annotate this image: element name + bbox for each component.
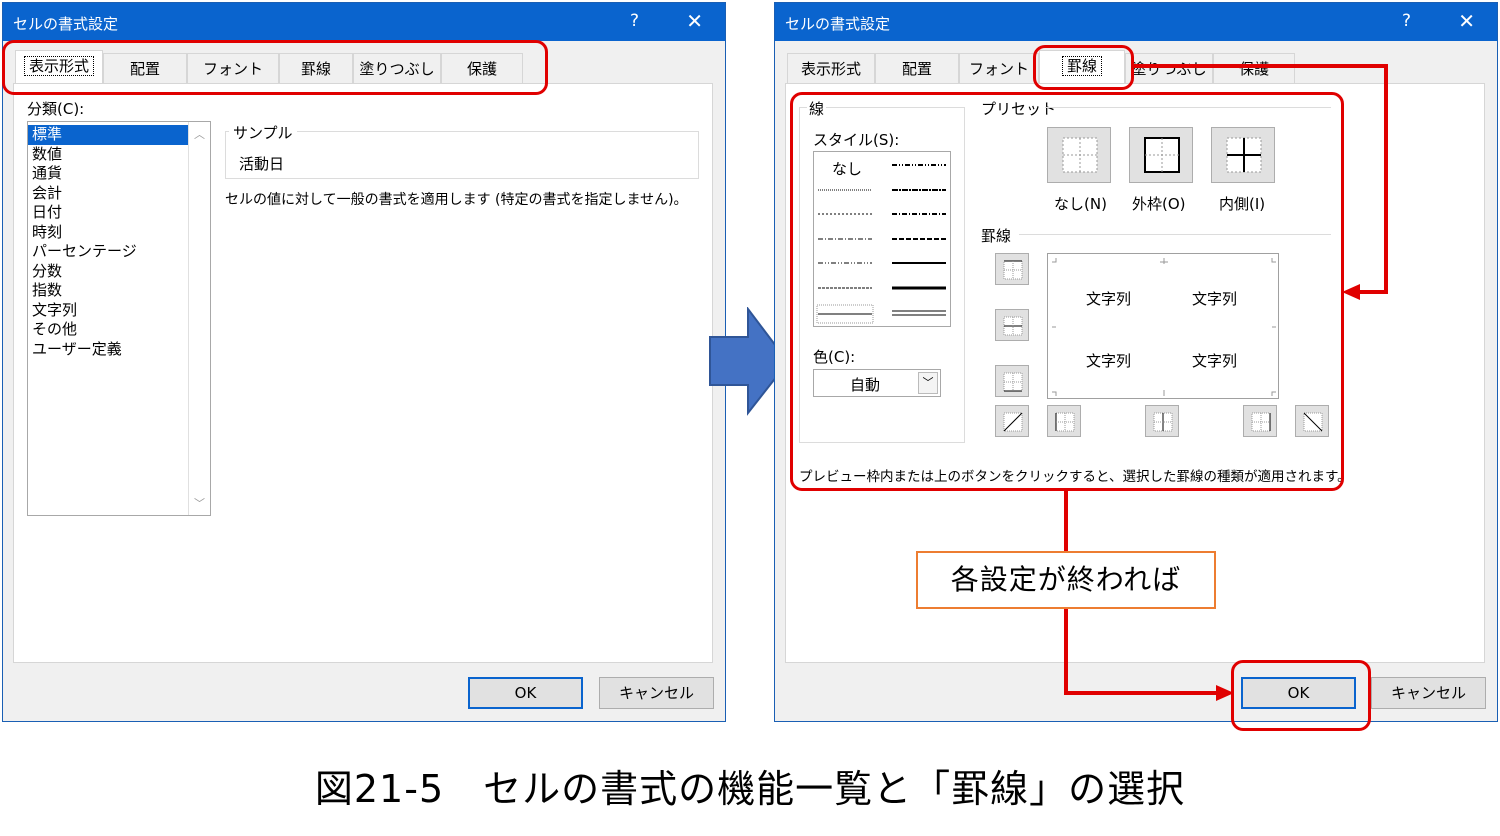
category-scrollbar[interactable]: ︿ ﹀ <box>188 122 210 515</box>
right-cancel-button[interactable]: キャンセル <box>1371 677 1486 709</box>
right-tab-font[interactable]: フォント <box>959 53 1039 83</box>
category-item[interactable]: 文字列 <box>28 301 210 321</box>
connector-line <box>1134 64 1388 68</box>
right-tab-alignment[interactable]: 配置 <box>875 53 959 83</box>
left-format-cells-dialog: セルの書式設定 ? ✕ 表示形式 配置 フォント 罫線 塗りつぶし 保護 分類(… <box>2 2 726 722</box>
left-help-icon[interactable]: ? <box>630 11 639 31</box>
format-description: セルの値に対して一般の書式を適用します (特定の書式を指定しません)。 <box>225 192 688 208</box>
border-tab-highlight <box>1033 45 1134 90</box>
connector-line <box>1064 691 1220 695</box>
right-close-icon[interactable]: ✕ <box>1458 9 1475 33</box>
category-item[interactable]: パーセンテージ <box>28 242 210 262</box>
left-ok-button[interactable]: OK <box>468 677 583 709</box>
category-items: 標準 数値 通貨 会計 日付 時刻 パーセンテージ 分数 指数 文字列 その他 … <box>28 122 210 359</box>
scroll-up-icon[interactable]: ︿ <box>189 126 210 142</box>
sample-label: サンプル <box>229 122 297 143</box>
left-tabs-highlight <box>2 40 548 95</box>
left-close-icon[interactable]: ✕ <box>686 9 703 33</box>
left-dialog-title: セルの書式設定 <box>13 15 119 33</box>
left-cancel-button[interactable]: キャンセル <box>599 677 714 709</box>
connector-line <box>1384 64 1388 294</box>
category-item[interactable]: 標準 <box>28 125 188 145</box>
category-item[interactable]: 数値 <box>28 145 210 165</box>
category-item[interactable]: 時刻 <box>28 223 210 243</box>
category-item[interactable]: 通貨 <box>28 164 210 184</box>
scroll-down-icon[interactable]: ﹀ <box>189 495 210 511</box>
arrowhead-left-icon <box>1342 284 1360 300</box>
right-tab-number[interactable]: 表示形式 <box>787 53 875 83</box>
right-help-icon[interactable]: ? <box>1402 11 1411 31</box>
ok-button-highlight <box>1231 660 1371 731</box>
sample-value: 活動日 <box>239 155 285 173</box>
category-item[interactable]: 分数 <box>28 262 210 282</box>
connector-line <box>1358 290 1388 294</box>
right-tab-protection[interactable]: 保護 <box>1213 53 1295 83</box>
right-dialog-title: セルの書式設定 <box>785 15 891 33</box>
right-title-bar: セルの書式設定 ? ✕ <box>775 3 1497 41</box>
category-item[interactable]: 日付 <box>28 203 210 223</box>
category-label: 分類(C): <box>27 100 85 118</box>
right-tab-strip: 表示形式 配置 フォント 罫線 塗りつぶし 保護 <box>785 50 1485 85</box>
category-item[interactable]: その他 <box>28 320 210 340</box>
left-title-bar: セルの書式設定 ? ✕ <box>3 3 725 41</box>
right-tab-fill[interactable]: 塗りつぶし <box>1125 53 1213 83</box>
category-list[interactable]: 標準 数値 通貨 会計 日付 時刻 パーセンテージ 分数 指数 文字列 その他 … <box>27 121 211 516</box>
figure-caption: 図21-5 セルの書式の機能一覧と「罫線」の選択 <box>314 767 1186 811</box>
arrowhead-right-icon <box>1216 685 1234 701</box>
callout-when-done: 各設定が終われば <box>916 551 1216 609</box>
category-item[interactable]: ユーザー定義 <box>28 340 210 360</box>
border-settings-highlight <box>790 92 1344 491</box>
category-item[interactable]: 指数 <box>28 281 210 301</box>
category-item[interactable]: 会計 <box>28 184 210 204</box>
